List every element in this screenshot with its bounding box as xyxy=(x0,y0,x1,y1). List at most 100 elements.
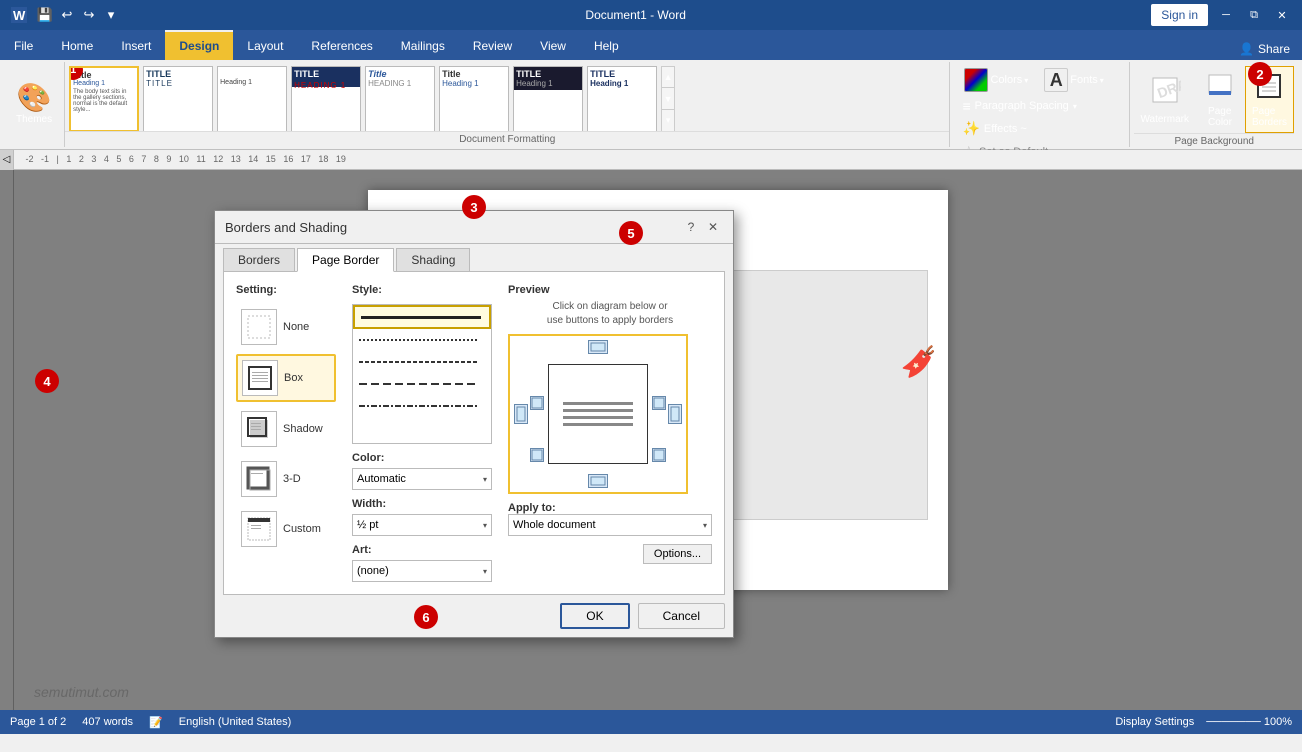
tab-review[interactable]: Review xyxy=(459,30,526,60)
tab-mailings[interactable]: Mailings xyxy=(387,30,459,60)
tab-design[interactable]: Design xyxy=(165,30,233,60)
tab-page-border[interactable]: Page Border xyxy=(297,248,394,272)
apply-to-select[interactable]: Whole document ▾ xyxy=(508,514,712,536)
page-borders-button[interactable]: Page Borders xyxy=(1245,66,1294,133)
gallery-scroll[interactable]: ▲ ▼ ▾ xyxy=(661,66,675,132)
theme-2[interactable]: Title Heading 1 xyxy=(217,66,287,132)
theme-6[interactable]: TITLE Heading 1 xyxy=(513,66,583,132)
theme-normal[interactable]: Title Heading 1 The body text sits in th… xyxy=(69,66,139,132)
dialog-body: Setting: None 4 xyxy=(223,271,725,595)
dialog-help-button[interactable]: ? xyxy=(681,217,701,237)
setting-3d-label: 3-D xyxy=(283,473,301,485)
minimize-button[interactable]: ─ xyxy=(1216,5,1236,25)
fonts-dropdown-arrow: ▾ xyxy=(1100,76,1104,85)
color-label: Color: xyxy=(352,452,492,464)
colors-icon xyxy=(964,68,988,92)
save-icon[interactable]: 💾 xyxy=(36,6,54,24)
close-button[interactable]: ✕ xyxy=(1272,5,1292,25)
main-area: ⚓ 🔖 semutimut.com 3 Borders and Shading … xyxy=(0,170,1302,710)
gallery-scroll-up[interactable]: ▲ xyxy=(662,67,674,89)
fonts-icon: A xyxy=(1044,68,1068,92)
dialog-close-button[interactable]: ✕ xyxy=(703,217,723,237)
page-background-group: DRAFT Watermark Page Color xyxy=(1130,62,1298,147)
setting-box-icon xyxy=(242,360,278,396)
undo-icon[interactable]: ↩ xyxy=(58,6,76,24)
preview-top-border-button[interactable] xyxy=(588,340,608,354)
zoom-control[interactable]: ─────── 100% xyxy=(1206,716,1292,728)
fonts-button[interactable]: A Fonts ▾ xyxy=(1038,66,1110,94)
tab-borders[interactable]: Borders xyxy=(223,248,295,271)
preview-bottom-border-button[interactable] xyxy=(588,474,608,488)
setting-none[interactable]: None xyxy=(236,304,336,350)
tab-layout[interactable]: Layout xyxy=(233,30,297,60)
effects-button[interactable]: ✨ Effects ~ xyxy=(958,118,1121,139)
style-dotted2[interactable] xyxy=(353,351,491,373)
setting-none-icon xyxy=(241,309,277,345)
ruler-toggle[interactable]: ◁ xyxy=(0,150,14,170)
paragraph-spacing-icon: ≡ xyxy=(962,98,970,114)
preview-topright-button[interactable] xyxy=(652,396,666,410)
borders-shading-dialog[interactable]: 3 Borders and Shading ? ✕ Borders Page B… xyxy=(214,210,734,638)
width-select-arrow: ▾ xyxy=(483,521,487,530)
themes-icon: 🎨 xyxy=(17,84,52,112)
style-dashed1[interactable] xyxy=(353,373,491,395)
cancel-button[interactable]: Cancel xyxy=(638,603,725,629)
ok-button[interactable]: OK xyxy=(560,603,629,629)
page-background-label: Page Background xyxy=(1134,133,1294,147)
color-select[interactable]: Automatic ▾ xyxy=(352,468,492,490)
share-button[interactable]: 👤 Share xyxy=(1227,38,1302,60)
options-button[interactable]: Options... xyxy=(643,544,712,564)
preview-bottomright-button[interactable] xyxy=(652,448,666,462)
page-element: 🔖 xyxy=(900,345,937,380)
themes-group: 🎨 Themes xyxy=(4,62,65,147)
customize-icon[interactable]: ▾ xyxy=(102,6,120,24)
preview-topleft-button[interactable] xyxy=(530,396,544,410)
themes-button[interactable]: 🎨 Themes xyxy=(8,66,60,143)
theme-4[interactable]: Title HEADING 1 xyxy=(365,66,435,132)
left-sidebar xyxy=(0,170,14,710)
sign-in-button[interactable]: Sign in xyxy=(1151,4,1208,26)
tab-view[interactable]: View xyxy=(526,30,580,60)
tab-home[interactable]: Home xyxy=(47,30,107,60)
gallery-scroll-mid[interactable]: ▼ xyxy=(662,88,674,110)
gallery-scroll-down[interactable]: ▾ xyxy=(662,110,674,131)
theme-1[interactable]: TITLE TITLE xyxy=(143,66,213,132)
theme-7[interactable]: TITLE Heading 1 xyxy=(587,66,657,132)
quick-access-toolbar: 💾 ↩ ↪ ▾ xyxy=(36,6,120,24)
art-select[interactable]: (none) ▾ xyxy=(352,560,492,582)
style-label: Style: xyxy=(352,284,492,296)
apply-to-row: Apply to: xyxy=(508,502,712,514)
style-list[interactable] xyxy=(352,304,492,444)
watermark-button[interactable]: DRAFT Watermark xyxy=(1134,70,1195,129)
word-logo[interactable]: W xyxy=(10,6,28,24)
tab-references[interactable]: References xyxy=(297,30,386,60)
colors-button[interactable]: Colors ▾ xyxy=(958,66,1034,94)
setting-box[interactable]: 4 Box xyxy=(236,354,336,402)
tab-file[interactable]: File xyxy=(0,30,47,60)
paragraph-spacing-button[interactable]: ≡ Paragraph Spacing ▾ xyxy=(958,96,1121,116)
preview-bottomleft-button[interactable] xyxy=(530,448,544,462)
preview-left-border-button[interactable] xyxy=(514,404,528,424)
restore-button[interactable]: ⧉ xyxy=(1244,5,1264,25)
style-solid[interactable] xyxy=(353,305,491,329)
style-dashed2[interactable] xyxy=(353,395,491,417)
tab-shading[interactable]: Shading xyxy=(396,248,470,271)
redo-icon[interactable]: ↪ xyxy=(80,6,98,24)
style-dotted1[interactable] xyxy=(353,329,491,351)
theme-5[interactable]: Title Heading 1 xyxy=(439,66,509,132)
tab-help[interactable]: Help xyxy=(580,30,633,60)
page-borders-icon xyxy=(1254,71,1284,104)
width-select[interactable]: ½ pt ▾ xyxy=(352,514,492,536)
display-settings[interactable]: Display Settings xyxy=(1115,716,1194,728)
status-bar: Page 1 of 2 407 words 📝 English (United … xyxy=(0,710,1302,734)
page-color-button[interactable]: Page Color xyxy=(1199,67,1241,132)
setting-3d[interactable]: 3-D xyxy=(236,456,336,502)
tab-insert[interactable]: Insert xyxy=(107,30,165,60)
annotation-6: 6 xyxy=(414,605,438,629)
preview-line-1 xyxy=(563,402,633,405)
setting-none-label: None xyxy=(283,321,309,333)
theme-3[interactable]: TITLE HEADING 1 xyxy=(291,66,361,132)
setting-shadow[interactable]: Shadow xyxy=(236,406,336,452)
preview-right-border-button[interactable] xyxy=(668,404,682,424)
setting-custom[interactable]: Custom xyxy=(236,506,336,552)
